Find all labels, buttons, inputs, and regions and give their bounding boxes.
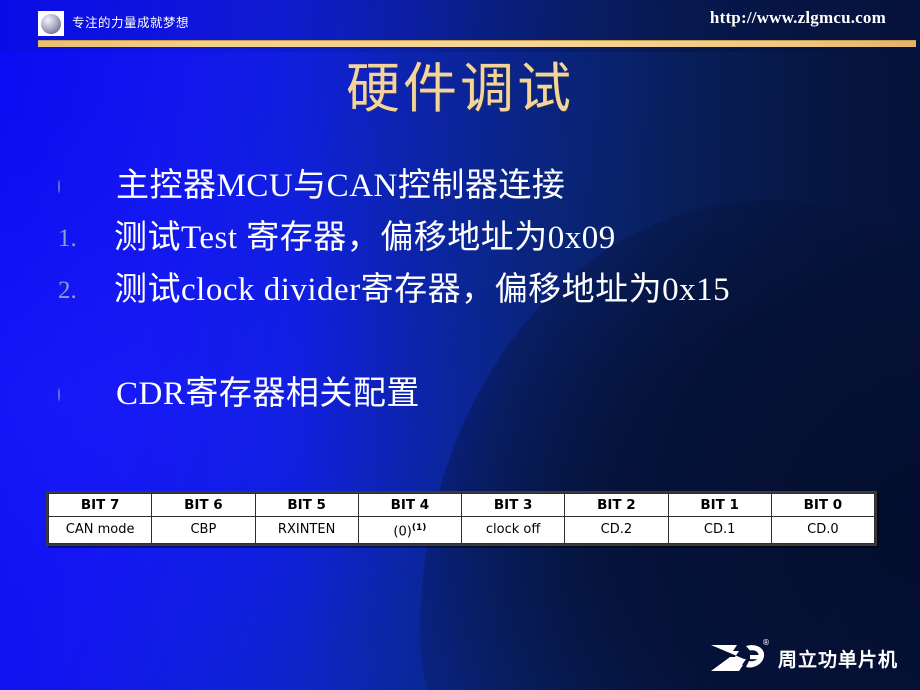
zlg-logo-icon: ® [706,638,770,676]
header-slogan: 专注的力量成就梦想 [72,15,190,30]
table-header-cell: BIT 5 [254,493,359,517]
slide-canvas: 专注的力量成就梦想 http://www.zlgmcu.com 硬件调试 主控器… [0,0,920,690]
table-value-text: RXINTEN [277,522,336,538]
list-item-text: 测试Test 寄存器，偏移地址为0x09 [114,220,616,256]
list-item: 主控器MCU与CAN控制器连接 [0,160,920,212]
list-marker: 2. [0,264,77,316]
table-header-cell: BIT 2 [564,493,669,517]
table-row-values: CAN mode CBP RXINTEN (0)(1) clock off CD… [47,515,876,545]
table-value-cell: CD.1 [667,515,772,545]
list-item: 2. 测试clock divider寄存器，偏移地址为0x15 [0,264,920,316]
table-value-text: CD.0 [807,522,839,538]
content-list: 主控器MCU与CAN控制器连接 1. 测试Test 寄存器，偏移地址为0x09 … [0,160,920,420]
sphere-icon [41,13,61,34]
table-value-superscript: (1) [411,523,427,533]
table-value-cell: CD.0 [770,515,876,545]
table-value-text: CD.1 [703,522,736,538]
table-value-text: clock off [485,522,541,538]
cdr-register-table: BIT 7 BIT 6 BIT 5 BIT 4 BIT 3 BIT 2 BIT … [46,491,877,547]
table-value-cell: (0)(1) [357,515,463,545]
list-item-text: 主控器MCU与CAN控制器连接 [116,168,566,204]
list-item-text: 测试clock divider寄存器，偏移地址为0x15 [114,272,731,308]
list-item: 1. 测试Test 寄存器，偏移地址为0x09 [0,212,920,264]
list-marker [0,368,60,420]
page-title: 硬件调试 [346,59,574,119]
table-value-cell: CBP [151,515,256,545]
table-value-text: CD.2 [600,522,633,538]
list-marker: 1. [0,212,77,264]
list-item: CDR寄存器相关配置 [0,368,920,420]
header-website-url[interactable]: http://www.zlgmcu.com [710,8,886,28]
slide-footer: ® 周立功单片机 [706,638,898,676]
table-header-cell: BIT 7 [47,493,153,517]
table-header-cell: BIT 0 [770,493,876,517]
table-value-cell: RXINTEN [254,515,359,545]
slide-header: 专注的力量成就梦想 http://www.zlgmcu.com [0,0,920,52]
table-row-headers: BIT 7 BIT 6 BIT 5 BIT 4 BIT 3 BIT 2 BIT … [47,493,876,517]
table-value-cell: CAN mode [47,515,153,545]
table-value-text: CBP [190,522,217,538]
list-marker [0,160,60,212]
table-header-cell: BIT 1 [667,493,772,517]
table-value-cell: clock off [460,515,566,545]
table-value-text: (0) [393,524,412,540]
table-header-cell: BIT 3 [460,493,566,517]
header-divider-rule [38,40,916,47]
table-header-cell: BIT 4 [357,493,463,517]
registered-trademark-icon: ® [761,638,770,647]
table-value-cell: CD.2 [564,515,669,545]
table-header-cell: BIT 6 [151,493,256,517]
header-logo-box [38,11,64,36]
table-value-text: CAN mode [65,522,135,538]
list-item-text: CDR寄存器相关配置 [116,376,420,412]
footer-company-name: 周立功单片机 [777,648,898,671]
